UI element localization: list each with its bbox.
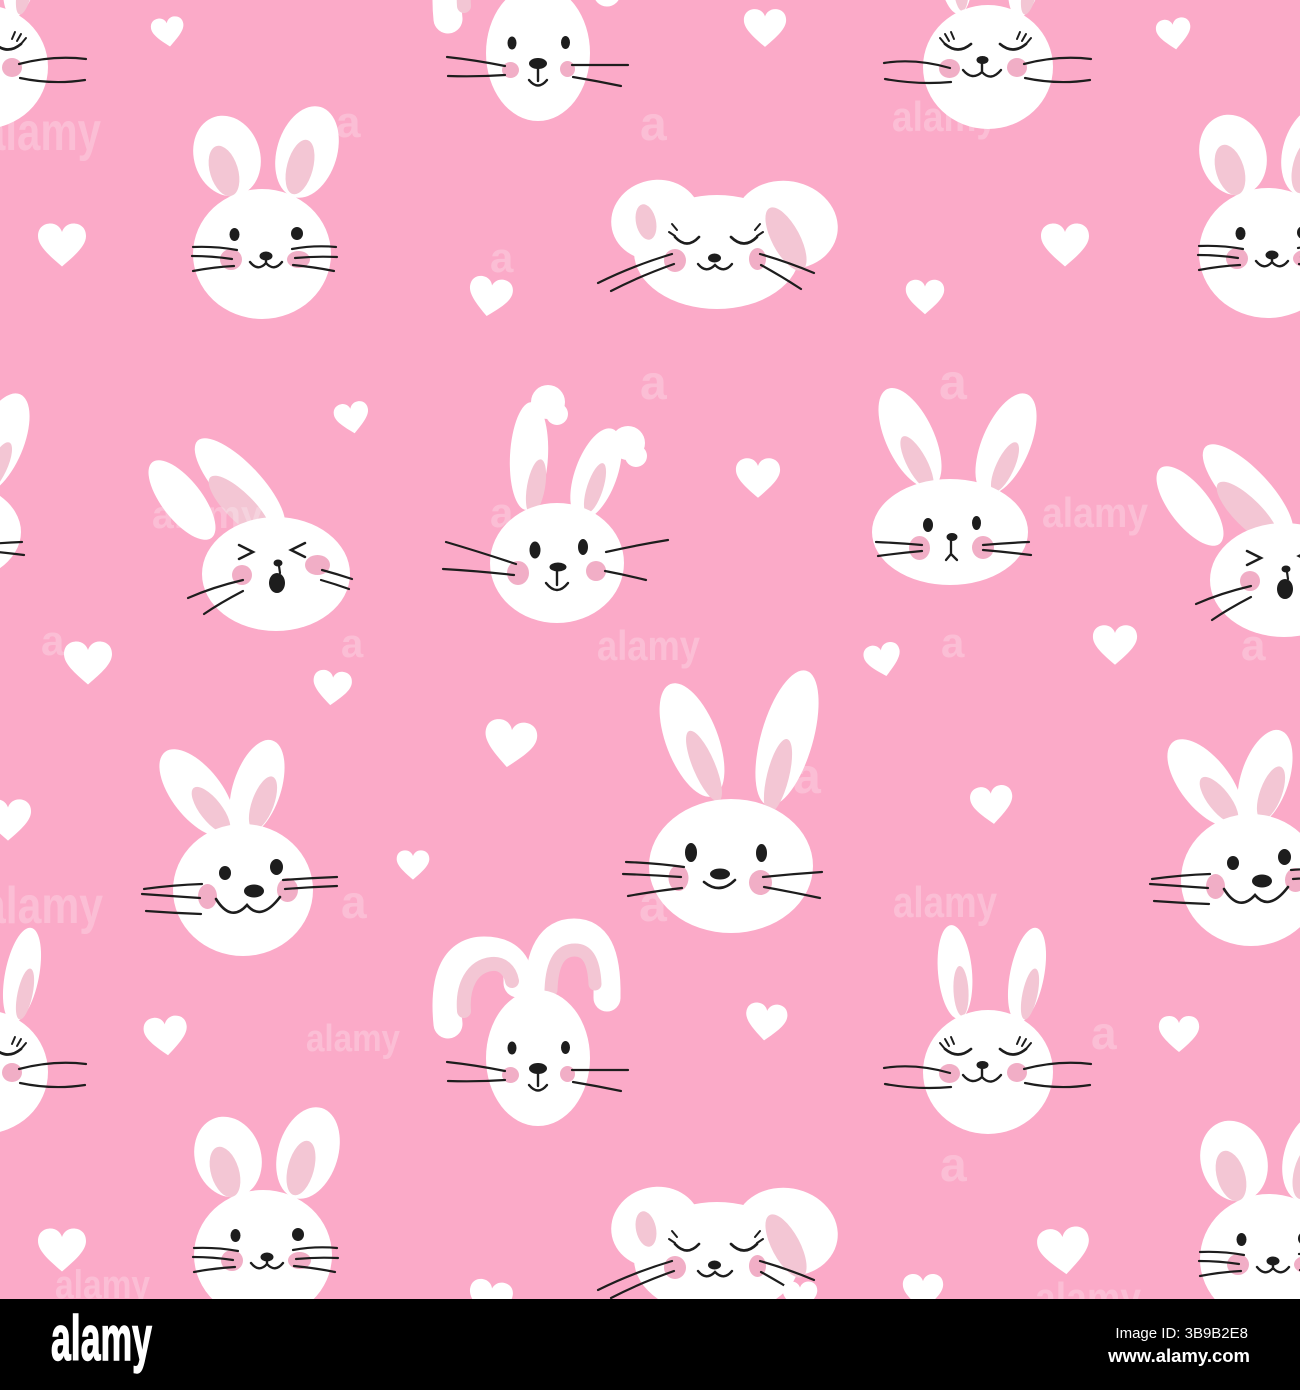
svg-text:a: a (41, 617, 65, 664)
svg-text:alamy: alamy (892, 93, 998, 140)
svg-text:alamy: alamy (51, 1304, 152, 1374)
svg-text:a: a (490, 489, 514, 536)
svg-text:alamy: alamy (597, 622, 701, 669)
svg-text:alamy: alamy (0, 877, 103, 935)
svg-text:a: a (940, 1139, 967, 1192)
svg-text:a: a (639, 876, 668, 932)
svg-text:a: a (1241, 621, 1266, 670)
svg-text:alamy: alamy (0, 102, 101, 162)
svg-text:a: a (640, 357, 667, 410)
svg-text:Image ID: 3B9B2E8: Image ID: 3B9B2E8 (1115, 1325, 1248, 1342)
svg-text:a: a (939, 354, 968, 410)
svg-text:a: a (640, 98, 667, 151)
svg-text:a: a (341, 622, 364, 666)
svg-text:alamy: alamy (152, 494, 263, 537)
svg-text:a: a (793, 748, 822, 804)
svg-text:alamy: alamy (893, 878, 997, 927)
svg-text:a: a (341, 876, 367, 928)
svg-text:www.alamy.com: www.alamy.com (1107, 1345, 1250, 1366)
svg-text:a: a (336, 98, 361, 147)
svg-text:alamy: alamy (1042, 489, 1149, 536)
svg-text:a: a (941, 619, 965, 666)
svg-text:a: a (1091, 1007, 1117, 1059)
svg-text:alamy: alamy (306, 1018, 400, 1060)
svg-text:a: a (490, 234, 514, 281)
